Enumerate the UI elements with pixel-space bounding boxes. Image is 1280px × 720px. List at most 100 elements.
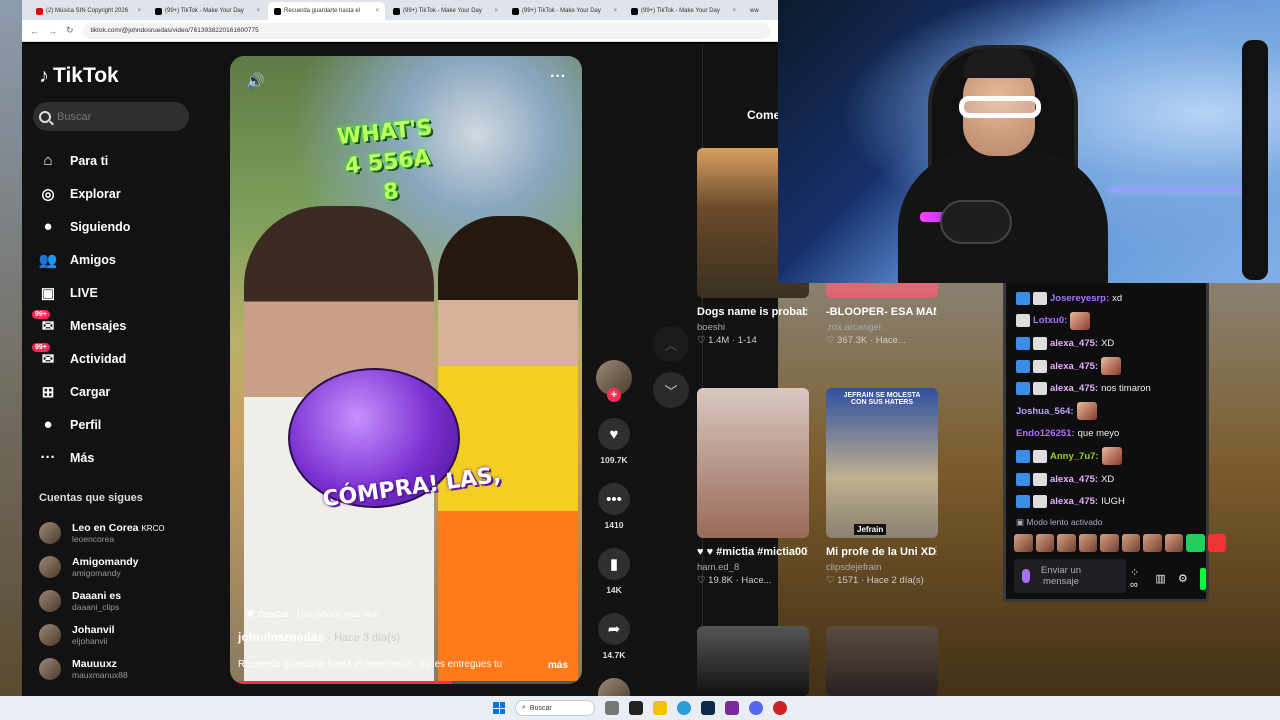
close-tab-icon[interactable]: × — [494, 8, 498, 14]
emote-icon[interactable] — [1014, 534, 1033, 552]
kebab-menu-icon[interactable]: ⋮ — [802, 546, 812, 557]
kebab-menu-icon[interactable]: ⋮ — [931, 306, 941, 317]
browser-tab[interactable]: Recuerda guardarte hasta el × — [268, 2, 385, 20]
menu-item-actividad[interactable]: ✉ 99+ Actividad — [32, 342, 130, 375]
following-account[interactable]: Mauuuxz mauxmanux88 — [39, 652, 165, 686]
menu-item-perfil[interactable]: ● Perfil — [38, 408, 130, 441]
following-account[interactable]: Daaani es daaani_clips — [39, 584, 165, 618]
kebab-menu-icon[interactable]: ⋮ — [802, 306, 812, 317]
close-tab-icon[interactable]: × — [375, 8, 379, 14]
chat-username[interactable]: alexa_475: — [1050, 474, 1098, 485]
chat-username[interactable]: Lotxu0: — [1033, 315, 1067, 326]
chat-send-button[interactable] — [1199, 567, 1206, 590]
volume-icon[interactable]: 🔊 — [246, 72, 265, 90]
emote-icon[interactable] — [1100, 534, 1119, 552]
menu-item-siguiendo[interactable]: ● Siguiendo — [38, 210, 130, 243]
back-icon[interactable]: ← — [30, 26, 39, 36]
video-thumbnail[interactable]: JEFRAIN SE MOLESTA CON SUS HATERS Jefrain — [826, 388, 938, 538]
widget-icon[interactable] — [605, 701, 619, 715]
task-view-icon[interactable] — [629, 701, 643, 715]
capcut-label[interactable]: ▣ CapCut · Una edición más fácil — [246, 608, 378, 619]
close-tab-icon[interactable]: × — [613, 8, 617, 14]
follow-plus-icon[interactable]: + — [607, 388, 621, 402]
app-icon[interactable] — [725, 701, 739, 715]
video-author[interactable]: johndosruedas · Hace 3 día(s) — [238, 630, 400, 644]
close-tab-icon[interactable]: × — [256, 8, 260, 14]
bookmark-button[interactable]: ▮ 14K — [592, 548, 636, 595]
like-button[interactable]: ♥ 109.7K — [592, 418, 636, 465]
taskbar-search[interactable]: ⌕ Buscar — [515, 700, 595, 716]
discord-icon[interactable] — [749, 701, 763, 715]
chat-username[interactable]: Josereyesrp: — [1050, 293, 1109, 304]
video-thumbnail[interactable] — [697, 388, 809, 538]
more-options-icon[interactable]: ··· — [550, 68, 566, 86]
close-tab-icon[interactable]: × — [137, 8, 141, 14]
following-account[interactable]: Amigomandy amigomandy — [39, 550, 165, 584]
comments-tab[interactable]: Come — [747, 108, 780, 122]
video-player[interactable]: WHAT'S 4 556A 8 CÓMPRA! LAS, 🔊 ··· ▣ Cap… — [230, 56, 582, 684]
photoshop-icon[interactable] — [701, 701, 715, 715]
url-field[interactable]: tiktok.com/@johndosruedas/video/76139382… — [82, 22, 770, 39]
emote-icon[interactable] — [1143, 534, 1162, 552]
menu-item-cargar[interactable]: ⊞ Cargar — [38, 375, 130, 408]
emote-icon[interactable] — [1035, 534, 1054, 552]
menu-item-parati[interactable]: ⌂ Para ti — [38, 144, 130, 177]
chat-input[interactable]: Enviar un mensaje — [1014, 559, 1126, 593]
menu-item-ms[interactable]: ··· Más — [38, 441, 130, 474]
emote-icon[interactable] — [1121, 534, 1140, 552]
browser-tab[interactable]: (99+) TikTok - Make Your Day × — [506, 2, 623, 20]
emote-icon[interactable] — [1057, 534, 1076, 552]
file-explorer-icon[interactable] — [653, 701, 667, 715]
browser-tab[interactable]: (99+) TikTok - Make Your Day × — [149, 2, 266, 20]
mic-icon[interactable] — [1022, 569, 1030, 583]
chat-username[interactable]: alexa_475: — [1050, 338, 1098, 349]
reload-icon[interactable]: ↻ — [66, 25, 74, 36]
points-icon[interactable]: ⁘∞ — [1130, 566, 1143, 591]
video-thumbnail[interactable] — [697, 626, 809, 696]
video-card[interactable] — [826, 626, 941, 696]
share-button[interactable]: ➦ 14.7K — [592, 613, 636, 660]
menu-item-mensajes[interactable]: ✉ 99+ Mensajes — [32, 309, 130, 342]
browser-tab[interactable]: ww — [744, 2, 760, 20]
menu-item-amigos[interactable]: 👥 Amigos — [38, 243, 130, 276]
chat-username[interactable]: alexa_475: — [1050, 383, 1098, 394]
browser-tab[interactable]: (99+) TikTok - Make Your Day × — [625, 2, 742, 20]
browser-tab[interactable]: (99+) TikTok - Make Your Day × — [387, 2, 504, 20]
more-description-link[interactable]: más — [548, 660, 568, 671]
author-avatar-action[interactable]: + — [592, 360, 636, 402]
chrome-icon[interactable] — [677, 701, 691, 715]
chevron-down-icon[interactable]: ﹀ — [653, 372, 689, 408]
video-card[interactable]: JEFRAIN SE MOLESTA CON SUS HATERS Jefrain… — [826, 388, 941, 586]
chevron-up-icon[interactable]: ︿ — [653, 326, 689, 362]
search-input[interactable] — [57, 110, 167, 123]
video-card[interactable] — [697, 626, 812, 696]
emote-icon[interactable] — [1078, 534, 1097, 552]
app-icon[interactable] — [773, 701, 787, 715]
video-card[interactable]: ♥ ♥ #mictia #mictia00... ham.ed_8 ♡ 19.8K … — [697, 388, 812, 586]
forward-icon[interactable]: → — [48, 26, 57, 36]
video-thumbnail[interactable] — [826, 626, 938, 696]
browser-tab[interactable]: (2) Música SIN Copyright 2026 × — [30, 2, 147, 20]
emote-icon[interactable] — [1164, 534, 1183, 552]
menu-item-live[interactable]: ▣ LIVE — [38, 276, 130, 309]
chat-username[interactable]: alexa_475: — [1050, 361, 1098, 372]
following-account[interactable]: Johanvil eljohanvii — [39, 618, 165, 652]
tiktok-logo[interactable]: ♪ TikTok — [39, 64, 119, 88]
windows-start-icon[interactable] — [493, 702, 505, 714]
following-account[interactable]: Leo en Corea KRCO leoencorea — [39, 516, 165, 550]
menu-item-explorar[interactable]: ◎ Explorar — [38, 177, 130, 210]
right-panel: Come — [702, 44, 780, 696]
close-tab-icon[interactable]: × — [732, 8, 736, 14]
chat-username[interactable]: Joshua_564: — [1016, 406, 1074, 417]
emote-icon[interactable] — [1207, 534, 1226, 552]
search-box[interactable] — [33, 102, 189, 131]
chat-username[interactable]: Anny_7u7: — [1050, 451, 1099, 462]
video-progress-bar[interactable] — [230, 681, 582, 684]
chat-username[interactable]: alexa_475: — [1050, 496, 1098, 507]
settings-icon[interactable]: ⚙ — [1178, 572, 1188, 585]
chat-username[interactable]: Endo126251: — [1016, 428, 1075, 439]
emote-icon[interactable] — [1186, 534, 1205, 552]
store-icon[interactable]: ▥ — [1155, 572, 1165, 585]
kebab-menu-icon[interactable]: ⋮ — [931, 546, 941, 557]
comment-button[interactable]: ••• 1410 — [592, 483, 636, 530]
